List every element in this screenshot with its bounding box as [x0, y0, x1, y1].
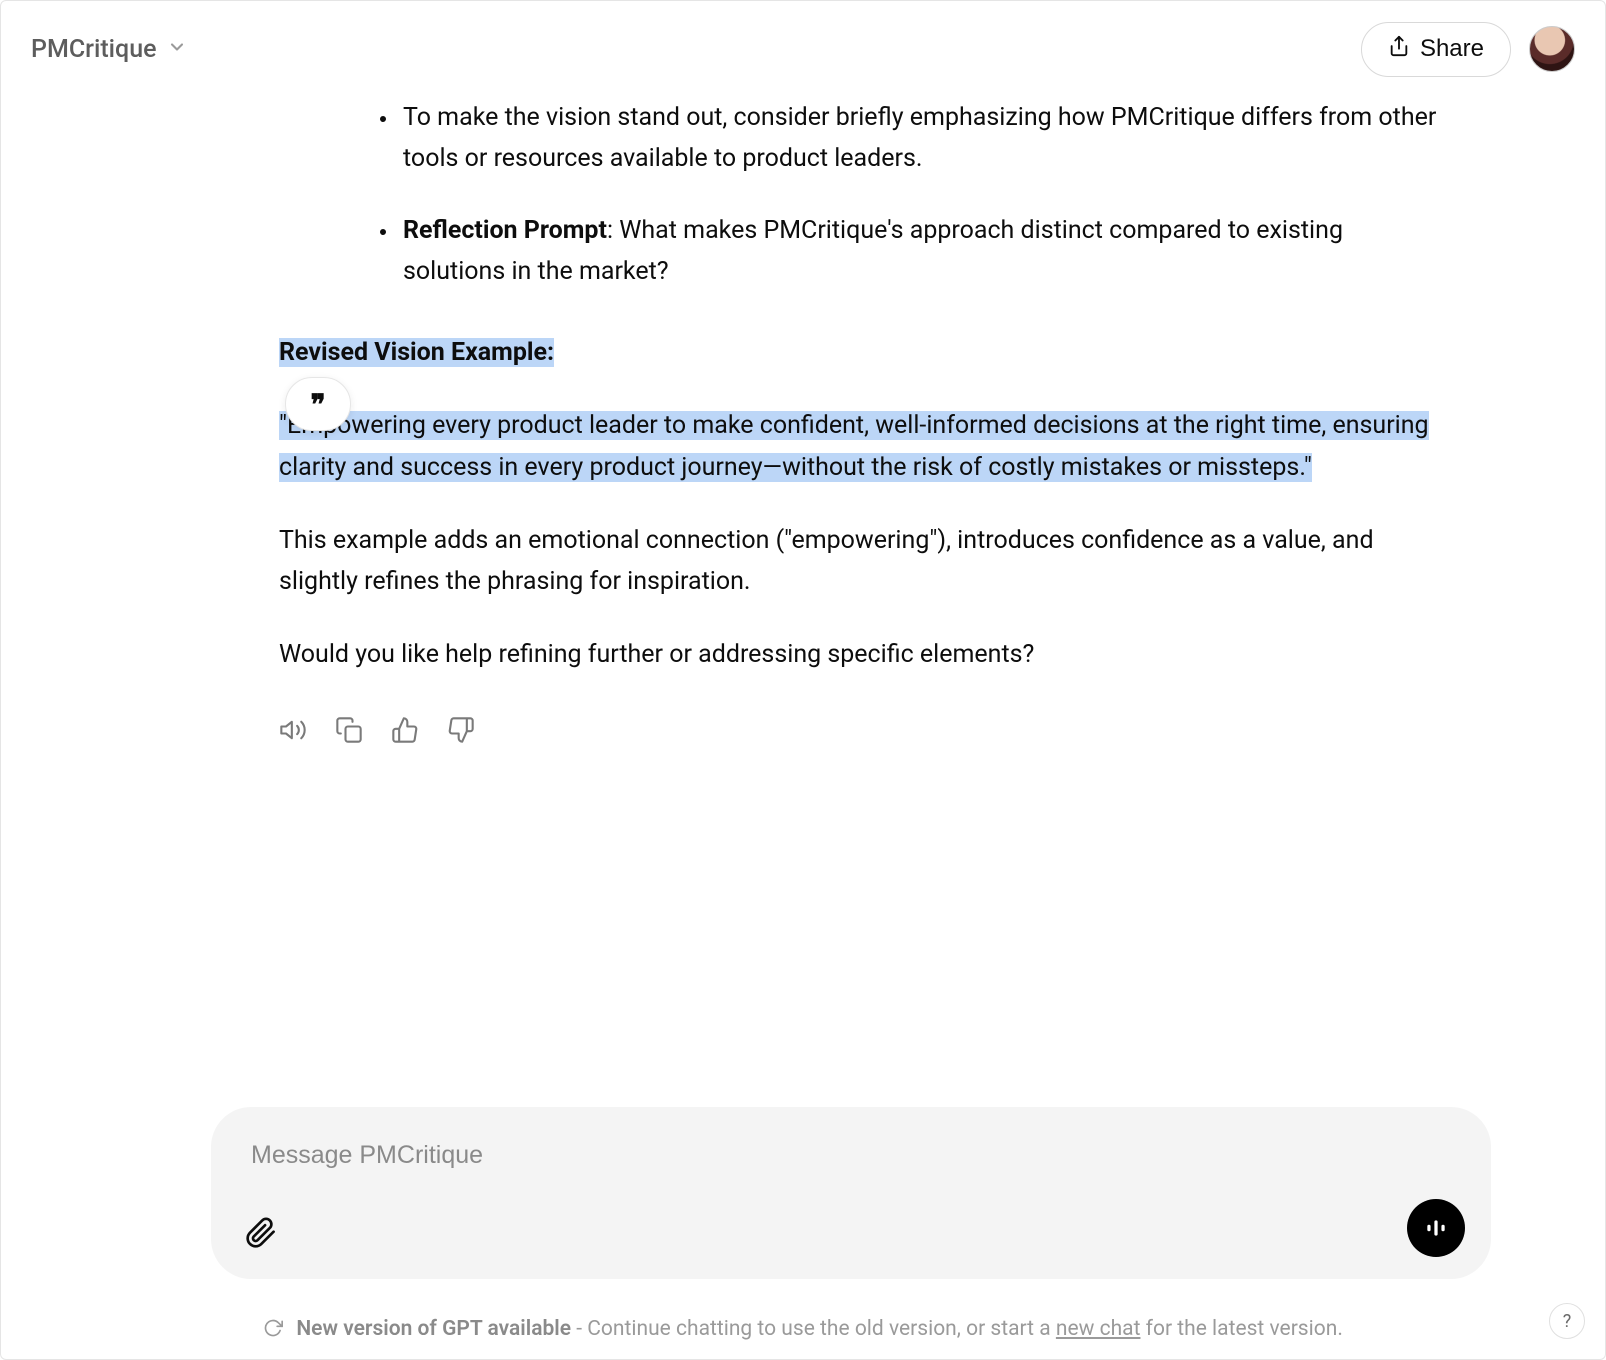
revised-vision-quote: "Empowering every product leader to make…	[279, 411, 1429, 481]
footer-notice: New version of GPT available - Continue …	[1, 1315, 1605, 1341]
chat-content: ❞ To make the vision stand out, consider…	[1, 97, 1605, 1049]
list-item-text: To make the vision stand out, consider b…	[403, 103, 1436, 173]
followup-question: Would you like help refining further or …	[279, 634, 1449, 675]
message-composer[interactable]	[211, 1107, 1491, 1279]
revised-vision-quote-wrap: "Empowering every product leader to make…	[279, 405, 1449, 488]
footer-tail: for the latest version.	[1140, 1317, 1342, 1341]
thumbs-up-button[interactable]	[391, 716, 419, 744]
assistant-message: To make the vision stand out, consider b…	[279, 97, 1449, 744]
header-bar: PMCritique Share	[1, 1, 1605, 97]
footer-bold: New version of GPT available	[296, 1317, 571, 1341]
section-heading: Revised Vision Example:	[279, 338, 554, 367]
app-window: PMCritique Share ❞ To make the vision st…	[0, 0, 1606, 1360]
user-avatar[interactable]	[1529, 26, 1575, 72]
header-actions: Share	[1361, 22, 1575, 77]
thumbs-down-button[interactable]	[447, 716, 475, 744]
message-input[interactable]	[251, 1141, 1451, 1170]
read-aloud-button[interactable]	[279, 716, 307, 744]
list-item: To make the vision stand out, consider b…	[399, 97, 1449, 180]
refresh-icon	[263, 1320, 288, 1344]
chevron-down-icon	[167, 37, 187, 61]
message-actions	[279, 716, 1449, 744]
voice-input-button[interactable]	[1407, 1199, 1465, 1257]
conversation-title: PMCritique	[31, 35, 157, 64]
share-icon	[1388, 35, 1410, 64]
help-button[interactable]: ?	[1549, 1303, 1585, 1339]
explanation-text: This example adds an emotional connectio…	[279, 520, 1449, 603]
composer-area	[211, 1107, 1491, 1279]
share-label: Share	[1420, 35, 1484, 63]
copy-button[interactable]	[335, 716, 363, 744]
footer-mid: - Continue chatting to use the old versi…	[571, 1317, 1056, 1341]
new-chat-link[interactable]: new chat	[1056, 1317, 1141, 1341]
help-icon: ?	[1563, 1311, 1572, 1332]
list-item-prefix: Reflection Prompt	[403, 216, 607, 245]
attach-button[interactable]	[245, 1217, 277, 1253]
share-button[interactable]: Share	[1361, 22, 1511, 77]
quote-selection-button[interactable]: ❞	[285, 377, 351, 431]
section-heading-wrap: Revised Vision Example:	[279, 332, 1449, 373]
conversation-title-dropdown[interactable]: PMCritique	[31, 35, 187, 64]
bullet-list: To make the vision stand out, consider b…	[279, 97, 1449, 292]
quote-icon: ❞	[310, 388, 325, 421]
list-item: Reflection Prompt: What makes PMCritique…	[399, 210, 1449, 293]
